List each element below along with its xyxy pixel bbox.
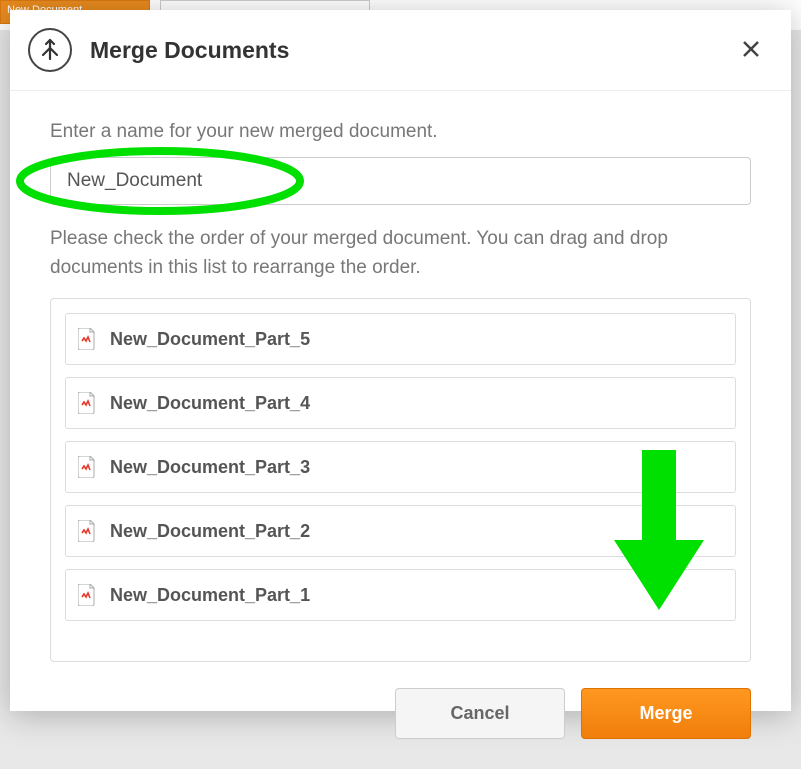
doc-name-label: New_Document_Part_4 — [110, 393, 310, 414]
document-order-list: New_Document_Part_5 New_Document_Part_4 … — [50, 298, 751, 662]
list-item[interactable]: New_Document_Part_3 — [65, 441, 736, 493]
pdf-file-icon — [78, 392, 96, 414]
order-prompt-label: Please check the order of your merged do… — [50, 225, 751, 282]
list-item[interactable]: New_Document_Part_4 — [65, 377, 736, 429]
dialog-title: Merge Documents — [90, 37, 737, 64]
pdf-file-icon — [78, 456, 96, 478]
close-icon[interactable] — [737, 32, 765, 68]
merge-documents-dialog: Merge Documents Enter a name for your ne… — [10, 10, 791, 711]
merge-icon — [28, 28, 72, 72]
doc-name-label: New_Document_Part_2 — [110, 521, 310, 542]
merged-name-input[interactable] — [50, 157, 751, 205]
doc-name-label: New_Document_Part_5 — [110, 329, 310, 350]
list-item[interactable]: New_Document_Part_1 — [65, 569, 736, 621]
list-item[interactable]: New_Document_Part_2 — [65, 505, 736, 557]
doc-name-label: New_Document_Part_3 — [110, 457, 310, 478]
dialog-header: Merge Documents — [10, 10, 791, 91]
pdf-file-icon — [78, 328, 96, 350]
pdf-file-icon — [78, 584, 96, 606]
pdf-file-icon — [78, 520, 96, 542]
doc-name-label: New_Document_Part_1 — [110, 585, 310, 606]
cancel-button[interactable]: Cancel — [395, 688, 565, 739]
name-prompt-label: Enter a name for your new merged documen… — [50, 121, 751, 143]
list-item[interactable]: New_Document_Part_5 — [65, 313, 736, 365]
merge-button[interactable]: Merge — [581, 688, 751, 739]
dialog-body: Enter a name for your new merged documen… — [10, 91, 791, 672]
